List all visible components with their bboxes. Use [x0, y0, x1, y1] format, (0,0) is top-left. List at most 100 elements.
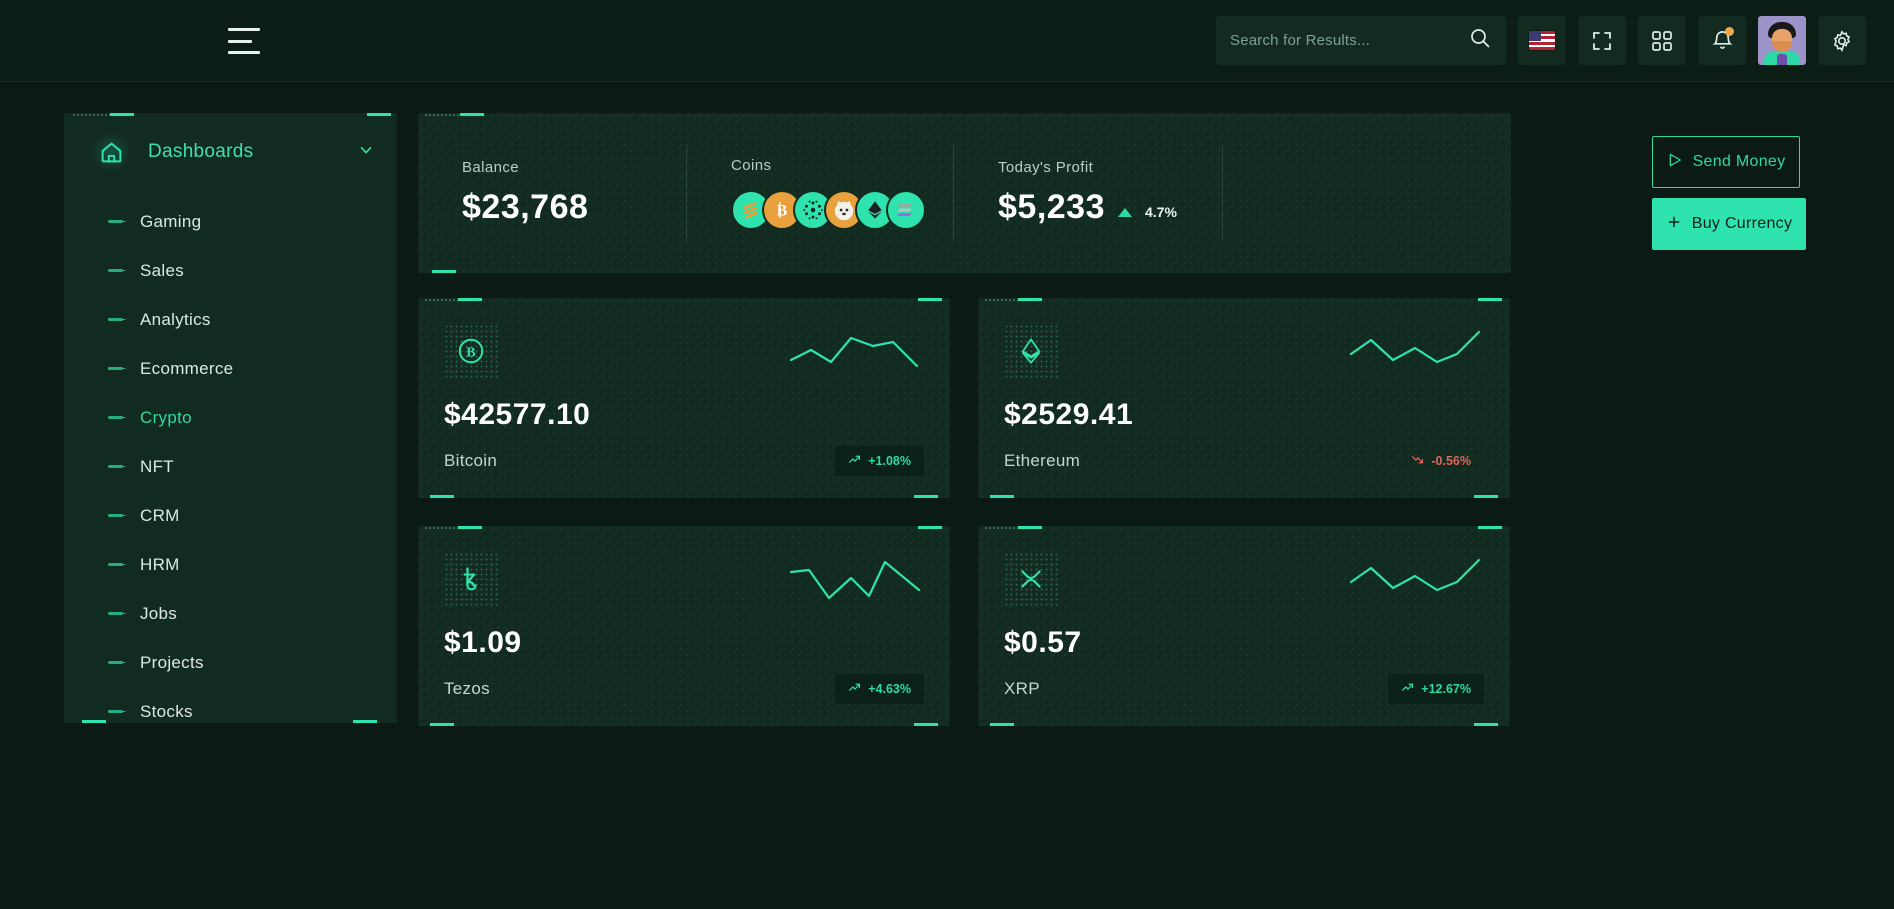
sidebar-item-sales[interactable]: Sales	[64, 246, 397, 295]
card-price: $2529.41	[1004, 398, 1484, 432]
card-bottom-row: $42577.10 Bitcoin +1.08%	[444, 398, 924, 476]
crypto-card-xrp[interactable]: $0.57XRP+12.67%	[978, 526, 1510, 726]
sidebar-item-label: HRM	[140, 555, 180, 575]
fullscreen-button[interactable]	[1578, 16, 1626, 65]
sidebar-header-dashboards[interactable]: Dashboards	[64, 113, 397, 191]
sidebar-menu: GamingSalesAnalyticsEcommerce Crypto NFT CR…	[64, 191, 397, 723]
dash-icon	[108, 416, 123, 419]
card-coin-name: Tezos	[444, 679, 490, 699]
card-corner-mark-br	[1474, 495, 1498, 498]
hamburger-icon[interactable]	[228, 28, 264, 54]
sidebar-item-label: Projects	[140, 653, 204, 673]
sidebar-item-gaming[interactable]: Gaming	[64, 197, 397, 246]
tezos-icon	[444, 552, 498, 606]
top-header	[0, 0, 1894, 82]
trend-up-icon	[1401, 681, 1414, 697]
coins-cell: Coins B	[687, 113, 953, 273]
crypto-card-tezos[interactable]: $1.09Tezos+4.63%	[418, 526, 950, 726]
ethereum-icon	[1004, 324, 1058, 378]
sidebar: Dashboards GamingSalesAnalyticsEcommerce…	[64, 113, 397, 723]
sidebar-item-projects[interactable]: Projects	[64, 638, 397, 687]
solana-coin-icon	[886, 190, 926, 230]
chevron-down-icon[interactable]	[357, 141, 375, 164]
card-corner-mark-tr	[918, 526, 942, 529]
triangle-up-icon	[1118, 208, 1132, 217]
profit-label: Today's Profit	[998, 159, 1222, 176]
card-price: $42577.10	[444, 398, 924, 432]
card-corner-mark-tl	[458, 526, 482, 529]
crypto-dashboard-app: Dashboards GamingSalesAnalyticsEcommerce…	[0, 0, 1894, 909]
sidebar-item-label: Crypto	[140, 408, 192, 428]
card-corner-mark-tl	[1018, 298, 1042, 301]
buy-currency-label: Buy Currency	[1692, 215, 1793, 233]
send-money-button[interactable]: Send Money	[1652, 136, 1800, 188]
crypto-card-bitcoin[interactable]: B $42577.10 Bitcoin +1.08%	[418, 298, 950, 498]
sidebar-item-jobs[interactable]: Jobs	[64, 589, 397, 638]
card-change-badge: +4.63%	[835, 674, 924, 704]
profit-row: $5,233 4.7%	[998, 188, 1222, 227]
notifications-button[interactable]	[1698, 16, 1746, 65]
card-bottom-row: $2529.41 Ethereum-0.56%	[1004, 398, 1484, 476]
summary-actions: Send Money Buy Currency	[1652, 113, 1812, 273]
balance-value: $23,768	[462, 188, 686, 227]
card-footer: Ethereum-0.56%	[1004, 446, 1484, 476]
card-top-row	[1004, 324, 1484, 381]
buy-currency-button[interactable]: Buy Currency	[1652, 198, 1806, 250]
sidebar-item-label: CRM	[140, 506, 180, 526]
dash-icon	[108, 465, 123, 468]
card-coin-name: Bitcoin	[444, 451, 497, 471]
card-top-row: B	[444, 324, 924, 381]
card-footer: Tezos +4.63%	[444, 674, 924, 704]
search-box[interactable]	[1216, 16, 1506, 65]
sidebar-item-hrm[interactable]: HRM	[64, 540, 397, 589]
card-corner-mark-tl	[458, 298, 482, 301]
card-change-badge: +1.08%	[835, 446, 924, 476]
coins-stack[interactable]: B	[731, 190, 953, 230]
card-corner-mark-tr	[918, 298, 942, 301]
sidebar-item-label: Stocks	[140, 702, 193, 722]
sparkline-chart	[1349, 554, 1484, 609]
sidebar-item-crm[interactable]: CRM	[64, 491, 397, 540]
main-content: Balance $23,768 Coins B Today's Profit $…	[418, 113, 1853, 726]
search-icon[interactable]	[1468, 26, 1492, 55]
settings-button[interactable]	[1818, 16, 1866, 65]
sidebar-item-label: Jobs	[140, 604, 177, 624]
card-change-badge: +12.67%	[1388, 674, 1484, 704]
fullscreen-icon	[1590, 29, 1614, 53]
card-corner-dots-tl	[984, 298, 1018, 301]
card-top-row	[444, 552, 924, 609]
sidebar-item-analytics[interactable]: Analytics	[64, 295, 397, 344]
dash-icon	[108, 710, 123, 713]
sidebar-item-nft[interactable]: NFT	[64, 442, 397, 491]
language-button[interactable]	[1518, 16, 1566, 65]
sidebar-item-ecommerce[interactable]: Ecommerce	[64, 344, 397, 393]
notification-badge	[1725, 27, 1734, 36]
home-icon	[90, 131, 132, 173]
trend-down-icon	[1411, 453, 1424, 469]
card-corner-dots-tl	[424, 526, 458, 529]
crypto-card-ethereum[interactable]: $2529.41 Ethereum-0.56%	[978, 298, 1510, 498]
dash-icon	[108, 318, 123, 321]
trend-up-icon	[848, 453, 861, 469]
sidebar-item-label: NFT	[140, 457, 174, 477]
user-avatar[interactable]	[1758, 16, 1806, 65]
sidebar-item-stocks[interactable]: Stocks	[64, 687, 397, 723]
crypto-card-grid: B $42577.10 Bitcoin +1.08% $2529.41 Ethereum-…	[418, 298, 1853, 726]
card-corner-mark-tl	[1018, 526, 1042, 529]
grid-apps-icon	[1651, 30, 1673, 52]
card-change-value: +4.63%	[868, 682, 911, 696]
card-corner-dots-tl	[984, 526, 1018, 529]
card-corner-mark-bl	[430, 495, 454, 498]
dash-icon	[108, 514, 123, 517]
balance-cell: Balance $23,768	[418, 113, 686, 273]
sparkline-chart	[789, 554, 924, 609]
bitcoin-icon: B	[444, 324, 498, 378]
card-corner-mark-bl	[990, 723, 1014, 726]
search-input[interactable]	[1230, 32, 1468, 49]
coins-label: Coins	[731, 157, 953, 174]
card-corner-mark-tr	[1478, 526, 1502, 529]
avatar-collar	[1777, 54, 1787, 65]
apps-button[interactable]	[1638, 16, 1686, 65]
sidebar-item-crypto[interactable]: Crypto	[64, 393, 397, 442]
card-corner-mark-br	[1474, 723, 1498, 726]
